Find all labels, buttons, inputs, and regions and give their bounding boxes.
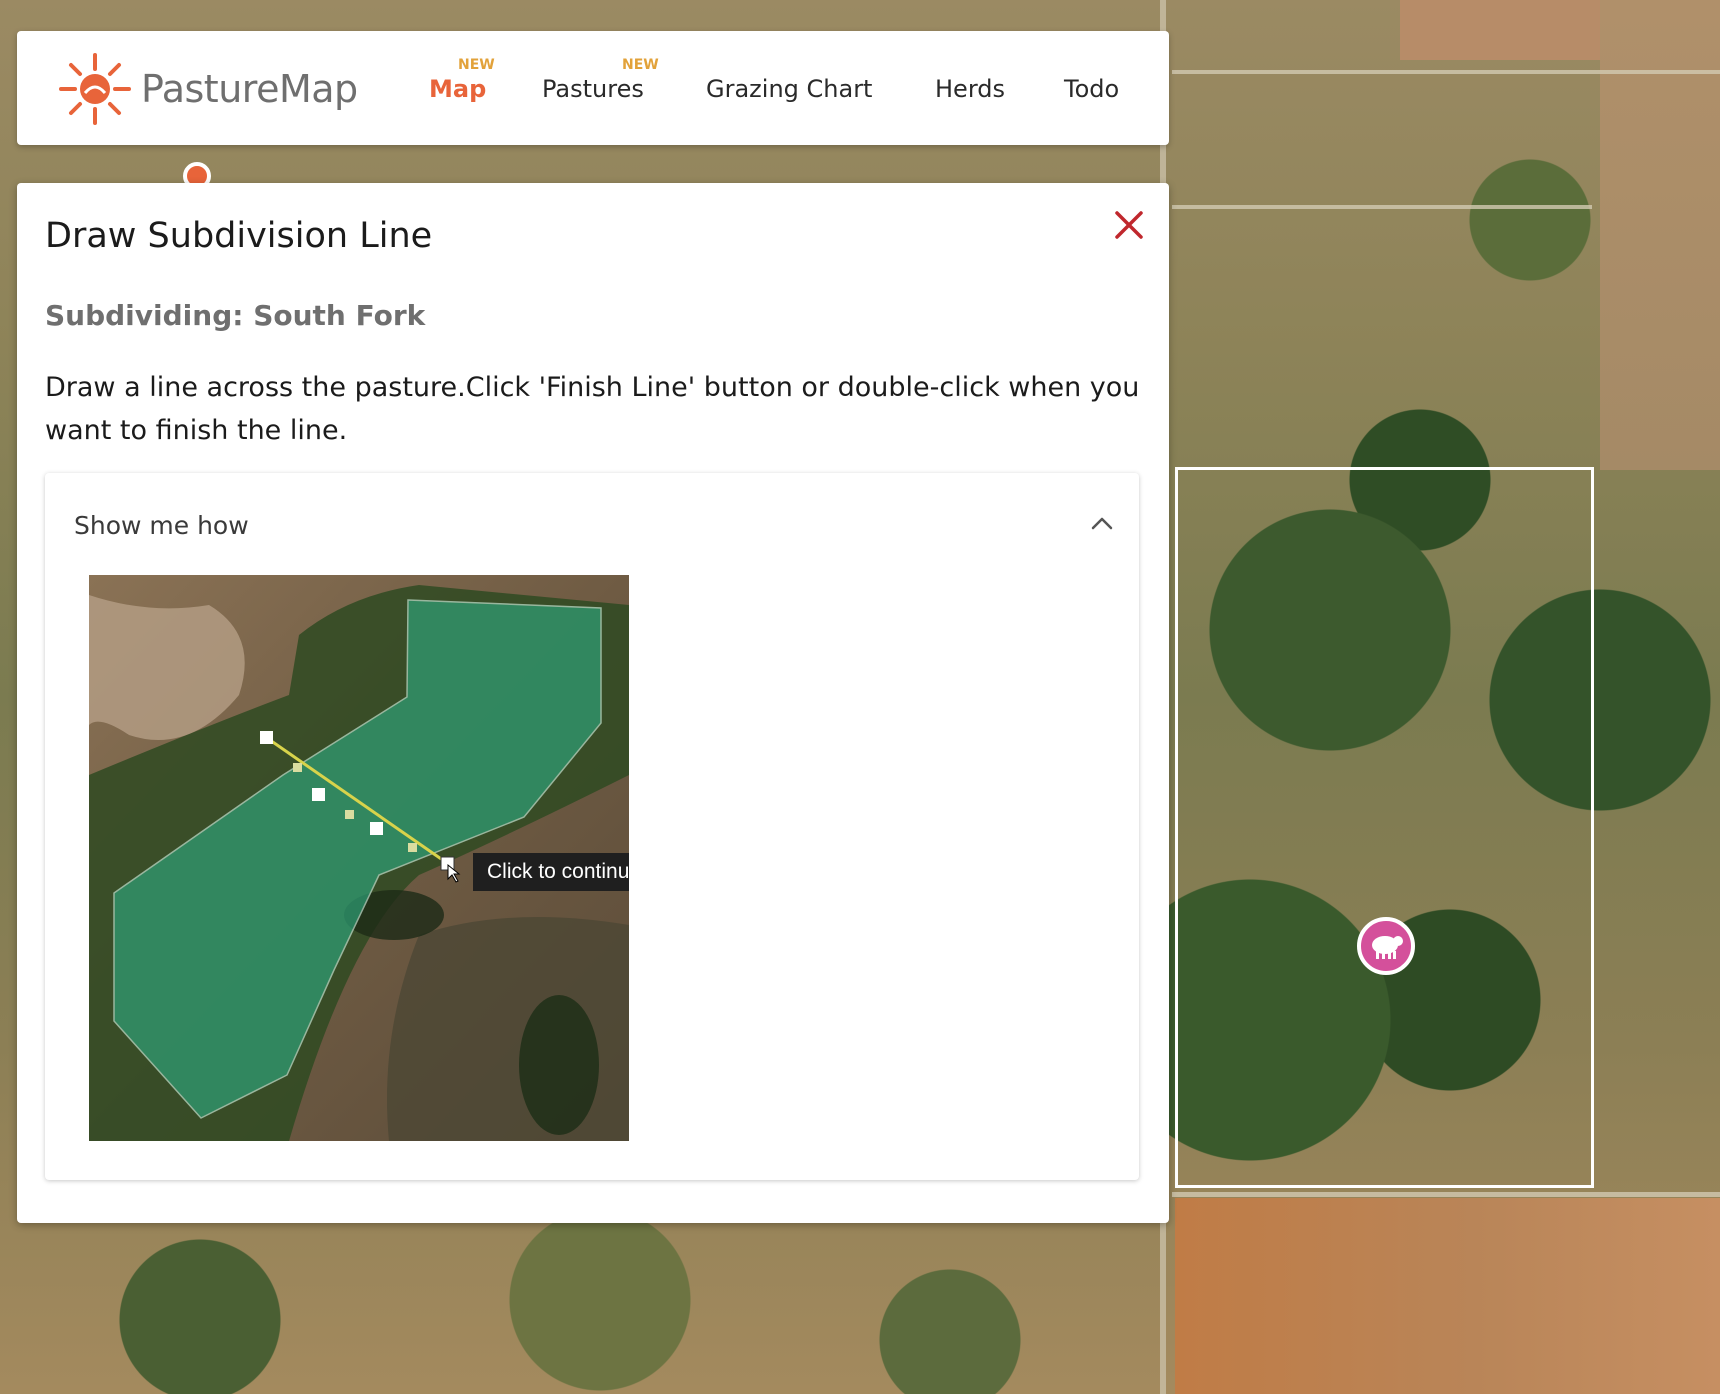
sun-icon — [59, 53, 131, 125]
pasture-boundary[interactable] — [1175, 467, 1594, 1188]
nav-item-todo[interactable]: Todo — [1064, 75, 1119, 103]
map-road — [1172, 70, 1720, 74]
subdividing-label: Subdividing: South Fork — [45, 299, 426, 332]
map-field — [1175, 1198, 1720, 1394]
close-button[interactable] — [1111, 207, 1147, 243]
map-road — [1172, 205, 1592, 209]
map-road — [1172, 1192, 1720, 1197]
map-field — [1400, 0, 1600, 60]
instructions-text: Draw a line across the pasture.Click 'Fi… — [45, 372, 1140, 446]
how-to-demo-image: Click to continue — [89, 575, 629, 1141]
subdivision-panel: Draw Subdivision Line Subdividing: South… — [17, 183, 1169, 1223]
logo-text: PastureMap — [141, 67, 358, 111]
logo[interactable]: PastureMap — [57, 47, 358, 131]
show-me-how-title: Show me how — [74, 511, 249, 540]
panel-title: Draw Subdivision Line — [45, 216, 433, 256]
nav-badge-pastures: NEW — [622, 57, 659, 73]
show-me-how-toggle[interactable]: Show me how — [45, 473, 1139, 573]
herd-marker[interactable] — [1357, 917, 1415, 975]
nav-badge-map: NEW — [458, 57, 495, 73]
chevron-up-icon — [1091, 517, 1113, 530]
show-me-how-card: Show me how Click to continue — [45, 473, 1139, 1180]
close-icon — [1115, 211, 1143, 239]
nav-item-pastures[interactable]: Pastures — [542, 75, 644, 103]
sheep-icon — [1372, 936, 1403, 959]
nav-item-herds[interactable]: Herds — [935, 75, 1005, 103]
nav-item-map[interactable]: Map — [429, 75, 486, 103]
demo-tooltip: Click to continue — [473, 853, 629, 891]
top-navbar: PastureMap NEW Map NEW Pastures Grazing … — [17, 31, 1169, 145]
nav-item-grazing-chart[interactable]: Grazing Chart — [706, 75, 872, 103]
